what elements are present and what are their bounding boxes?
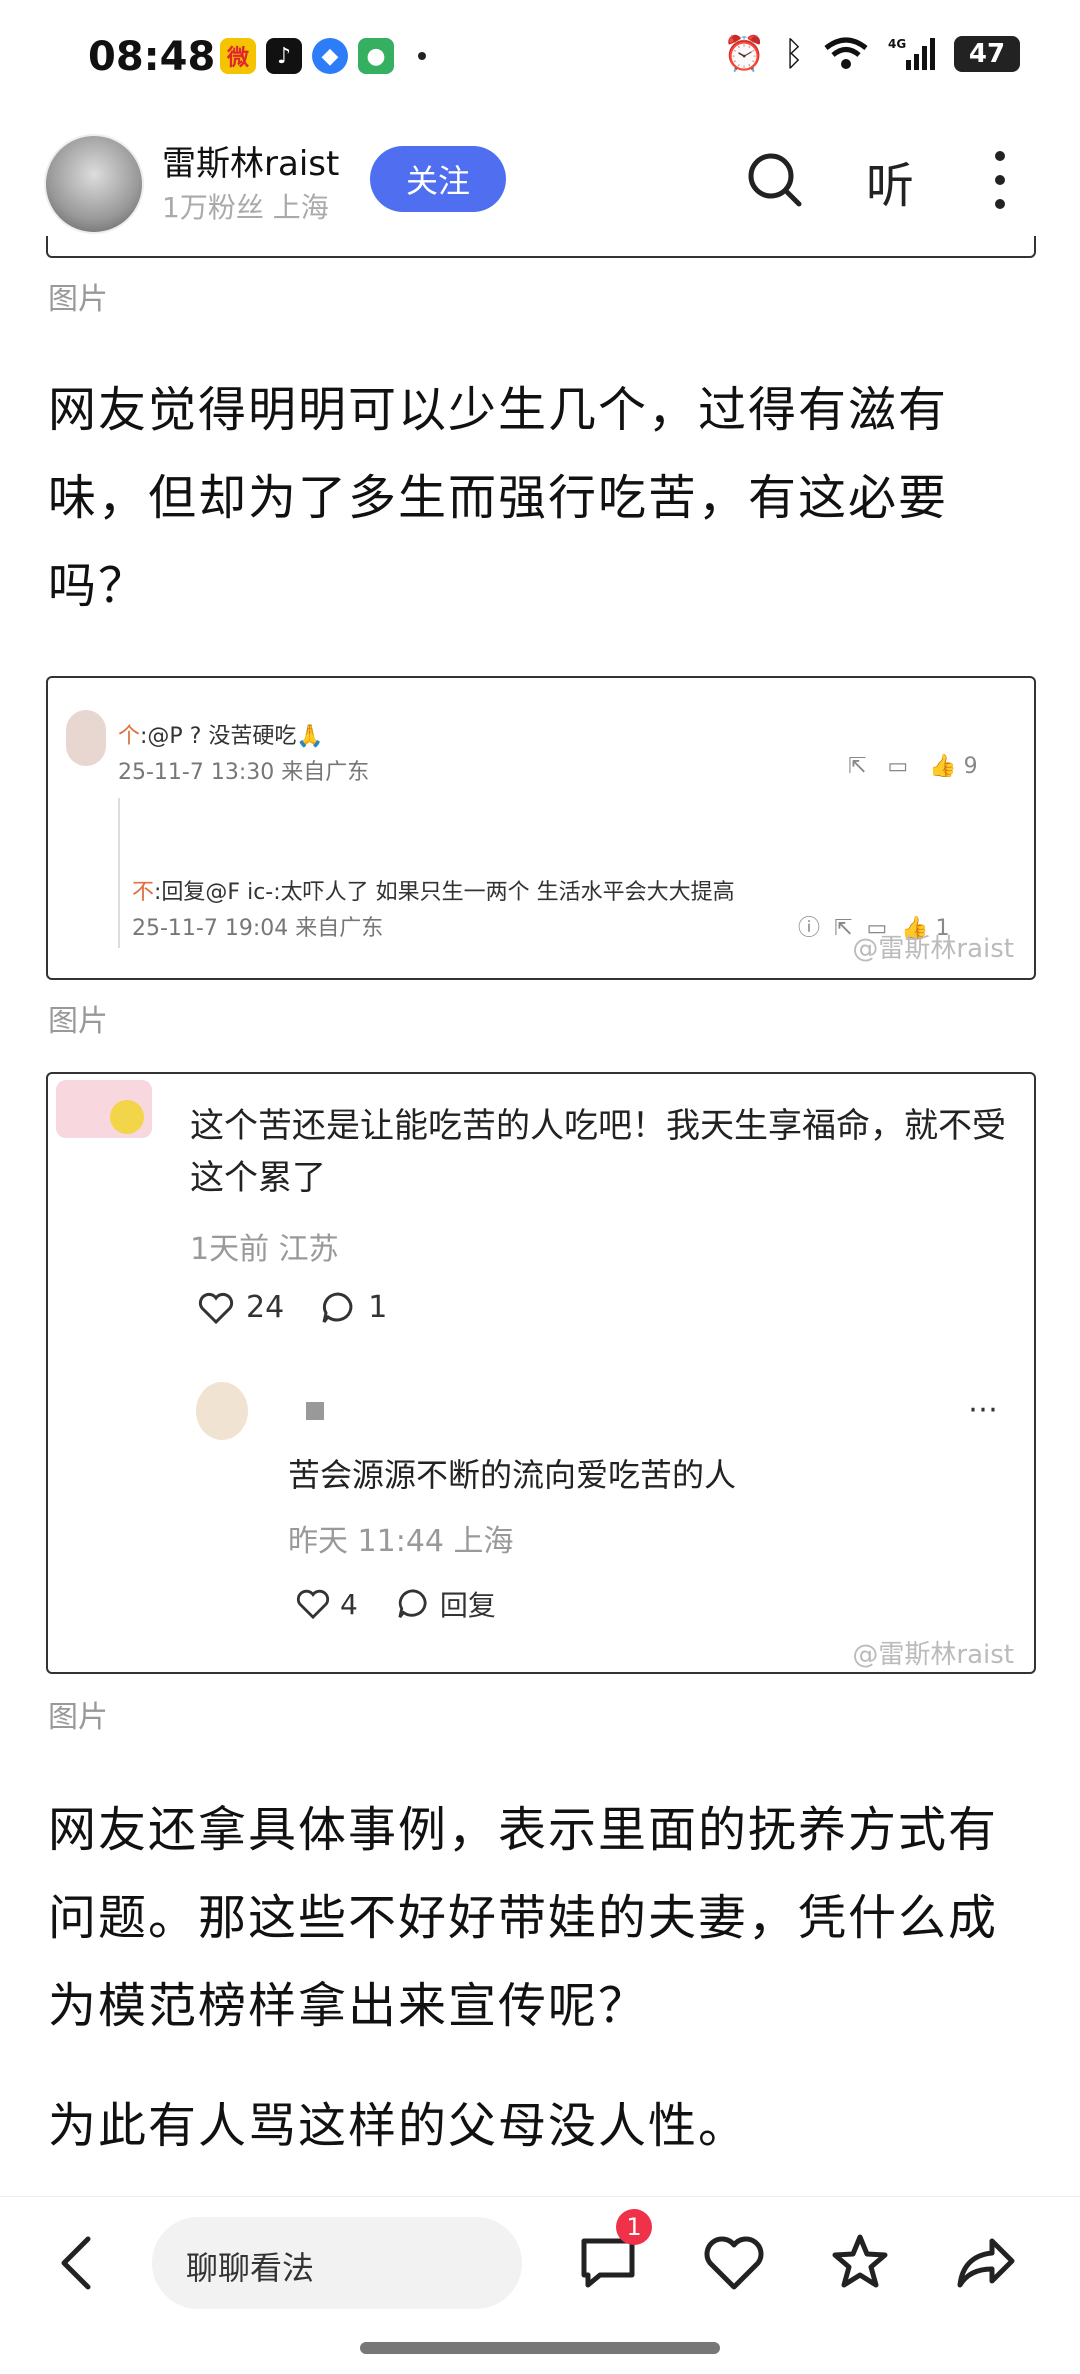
comment-bubble-icon[interactable] bbox=[320, 1291, 356, 1325]
follow-button[interactable]: 关注 bbox=[370, 146, 506, 212]
image-label: 图片 bbox=[48, 1700, 108, 1735]
commenter-avatar bbox=[66, 710, 106, 766]
article-image[interactable]: 个:@P ? 没苦硬吃🙏 25-11-7 13:30 来自广东 ⇱ ▭ 👍 9 … bbox=[46, 676, 1036, 980]
comment-input[interactable]: 聊聊看法 bbox=[152, 2217, 522, 2309]
comment-meta: 25-11-7 13:30 来自广东 bbox=[118, 760, 370, 785]
home-indicator[interactable] bbox=[360, 2342, 720, 2354]
reply-button[interactable]: 回复 bbox=[440, 1584, 496, 1624]
image-label: 图片 bbox=[48, 1004, 108, 1039]
comment-meta: 1天前 江苏 bbox=[190, 1232, 339, 1267]
system-icons: ⏰ ᛒ 4G 47 bbox=[723, 34, 1020, 74]
comment-text: 个:@P ? 没苦硬吃🙏 bbox=[118, 724, 324, 749]
wifi-icon bbox=[824, 37, 868, 69]
alarm-icon: ⏰ bbox=[723, 34, 766, 74]
reply-stats: 4 回复 bbox=[296, 1584, 496, 1624]
image-label: 图片 bbox=[48, 282, 108, 317]
watermark: @雷斯林raist bbox=[852, 934, 1014, 964]
share-icon: ⇱ bbox=[848, 754, 867, 779]
status-bar: 08:48 微 ♪ ◆ ● ⏰ ᛒ 4G 47 bbox=[0, 0, 1080, 120]
heart-icon[interactable] bbox=[198, 1291, 234, 1325]
signal-icon: 4G bbox=[888, 37, 935, 70]
article-paragraph: 为此有人骂这样的父母没人性。 bbox=[48, 2098, 749, 2154]
reply-text: 苦会源源不断的流向爱吃苦的人 bbox=[288, 1456, 737, 1494]
search-icon[interactable] bbox=[745, 150, 805, 210]
more-options-icon[interactable]: ⋯ bbox=[968, 1392, 998, 1427]
reply-text: 不:回复@F ic-:太吓人了 如果只生一两个 生活水平会大大提高 bbox=[132, 880, 735, 905]
status-time: 08:48 bbox=[88, 34, 216, 80]
svg-text:4G: 4G bbox=[888, 37, 906, 51]
reply-meta: 25-11-7 19:04 来自广东 bbox=[132, 916, 384, 941]
replier-avatar bbox=[196, 1382, 248, 1440]
follower-count: 1万粉丝 bbox=[162, 191, 264, 224]
bottom-action-bar: 聊聊看法 1 bbox=[0, 2196, 1080, 2327]
notification-icons: 微 ♪ ◆ ● bbox=[220, 38, 426, 74]
reply-meta: 昨天 11:44 上海 bbox=[288, 1524, 514, 1559]
author-name[interactable]: 雷斯林raist bbox=[162, 136, 339, 185]
like-icon: 👍 bbox=[929, 754, 957, 779]
comment-actions: ⇱ ▭ 👍 9 bbox=[848, 754, 978, 779]
article-paragraph: 网友还拿具体事例，表示里面的抚养方式有问题。那这些不好好带娃的夫妻，凭什么成为模… bbox=[48, 1802, 999, 2034]
article-image-top[interactable] bbox=[46, 236, 1036, 258]
blue-app-icon: ◆ bbox=[312, 38, 348, 74]
listen-button[interactable]: 听 bbox=[866, 146, 914, 216]
author-meta: 1万粉丝 上海 bbox=[162, 186, 329, 226]
comment-bubble-icon[interactable] bbox=[396, 1588, 430, 1620]
author-location: 上海 bbox=[272, 191, 329, 224]
author-avatar[interactable] bbox=[44, 134, 144, 234]
article-header: 雷斯林raist 1万粉丝 上海 关注 听 bbox=[0, 120, 1080, 240]
weibo-icon: 微 bbox=[220, 38, 256, 74]
douyin-icon: ♪ bbox=[266, 38, 302, 74]
article-image[interactable]: 这个苦还是让能吃苦的人吃吧！我天生享福命，就不受这个累了 1天前 江苏 24 1… bbox=[46, 1072, 1036, 1674]
share-icon[interactable] bbox=[954, 2231, 1018, 2295]
back-icon[interactable] bbox=[54, 2235, 98, 2291]
commenter-avatar bbox=[56, 1080, 152, 1138]
green-app-icon: ● bbox=[358, 38, 394, 74]
heart-icon[interactable] bbox=[296, 1588, 330, 1620]
battery-indicator: 47 bbox=[954, 36, 1020, 72]
comment-input-placeholder: 聊聊看法 bbox=[186, 2249, 315, 2287]
more-notifications-dot bbox=[418, 52, 426, 60]
share-icon: ⇱ bbox=[834, 916, 853, 941]
reply-divider bbox=[118, 798, 120, 948]
comment-stats: 24 1 bbox=[198, 1290, 387, 1325]
comment-count-badge: 1 bbox=[616, 2209, 652, 2245]
emoji-icon bbox=[110, 1100, 144, 1134]
replier-name-redacted bbox=[306, 1402, 324, 1420]
favorite-star-icon[interactable] bbox=[828, 2231, 892, 2295]
article-paragraph: 网友觉得明明可以少生几个，过得有滋有味，但却为了多生而强行吃苦，有这必要吗？ bbox=[48, 382, 949, 614]
watermark: @雷斯林raist bbox=[852, 1640, 1014, 1670]
comment-icon: ▭ bbox=[887, 754, 909, 779]
info-icon: ⓘ bbox=[798, 916, 821, 941]
bluetooth-icon: ᛒ bbox=[783, 34, 804, 74]
like-heart-icon[interactable] bbox=[702, 2231, 766, 2295]
comment-text: 这个苦还是让能吃苦的人吃吧！我天生享福命，就不受这个累了 bbox=[190, 1106, 1006, 1198]
more-options-icon[interactable] bbox=[990, 148, 1010, 212]
